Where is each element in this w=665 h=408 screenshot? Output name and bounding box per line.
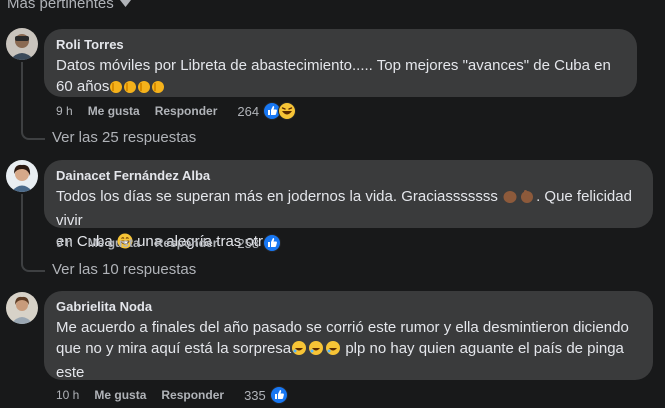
like-button[interactable]: Me gusta (88, 104, 140, 118)
reaction-count: 258 (237, 235, 260, 251)
reaction-count: 335 (244, 387, 266, 403)
like-reaction-icon (263, 234, 282, 252)
like-reaction-icon (269, 386, 288, 404)
comment-bubble: Gabrielita Noda Me acuerdo a finales del… (44, 291, 653, 383)
view-replies-link[interactable]: Ver las 25 respuestas (52, 129, 196, 146)
comment-author[interactable]: Dainacet Fernández Alba (56, 168, 641, 183)
reaction-count: 264 (237, 103, 260, 119)
like-button[interactable]: Me gusta (94, 388, 146, 402)
comment-text-line1: Todos los días se superan más en joderno… (56, 188, 498, 205)
comment-text-line1: Me acuerdo a finales del año pasado se c… (56, 319, 629, 336)
thread-line (21, 62, 23, 118)
comment-actions: 9 h Me gusta Responder 264 (56, 102, 297, 120)
reaction-summary[interactable]: 258 (237, 234, 282, 252)
comment-author[interactable]: Gabrielita Noda (56, 299, 641, 314)
haha-reaction-icon (278, 102, 297, 120)
reply-button[interactable]: Responder (155, 236, 218, 250)
comment-text: Datos móviles por Libreta de abastecimie… (56, 55, 625, 100)
profile-photo-icon (6, 292, 38, 324)
profile-photo-icon (6, 160, 38, 192)
thread-connector (21, 118, 45, 140)
reaction-summary[interactable]: 264 (237, 102, 297, 120)
sort-dropdown[interactable]: Más pertinentes (7, 0, 131, 12)
avatar[interactable] (6, 292, 38, 324)
comment-bubble: Dainacet Fernández Alba Todos los días s… (44, 160, 653, 250)
comment-time[interactable]: 9 h (56, 104, 73, 118)
avatar[interactable] (6, 28, 38, 60)
comment-actions: 10 h Me gusta Responder 335 (56, 386, 288, 404)
reaction-summary[interactable]: 335 (244, 386, 288, 404)
sort-label: Más pertinentes (7, 0, 114, 12)
reply-button[interactable]: Responder (161, 388, 224, 402)
view-replies-link[interactable]: Ver las 10 respuestas (52, 261, 196, 278)
clapping-hands-icon (502, 188, 536, 210)
chevron-down-icon (120, 0, 131, 7)
comment-text-line3: este (56, 364, 85, 381)
rolling-laughing-icon (291, 340, 341, 362)
reply-button[interactable]: Responder (155, 104, 218, 118)
avatar[interactable] (6, 160, 38, 192)
like-button[interactable]: Me gusta (88, 236, 140, 250)
comment-bubble: Roli Torres Datos móviles por Libreta de… (44, 29, 637, 97)
profile-photo-icon (6, 28, 38, 60)
comment-author[interactable]: Roli Torres (56, 37, 625, 52)
comment-time[interactable]: 9 h (56, 236, 73, 250)
thread-line (21, 194, 23, 250)
comment-text: Me acuerdo a finales del año pasado se c… (56, 317, 641, 383)
comment-text-line2b: plp no hay quien aguante el país de ping… (345, 340, 624, 357)
comment-time[interactable]: 10 h (56, 388, 79, 402)
clapping-hands-icon (109, 78, 165, 100)
comment-actions: 9 h Me gusta Responder 258 (56, 234, 282, 252)
thread-connector (21, 250, 45, 272)
comment-text-line2a: que no y mira aquí está la sorpresa (56, 340, 292, 357)
